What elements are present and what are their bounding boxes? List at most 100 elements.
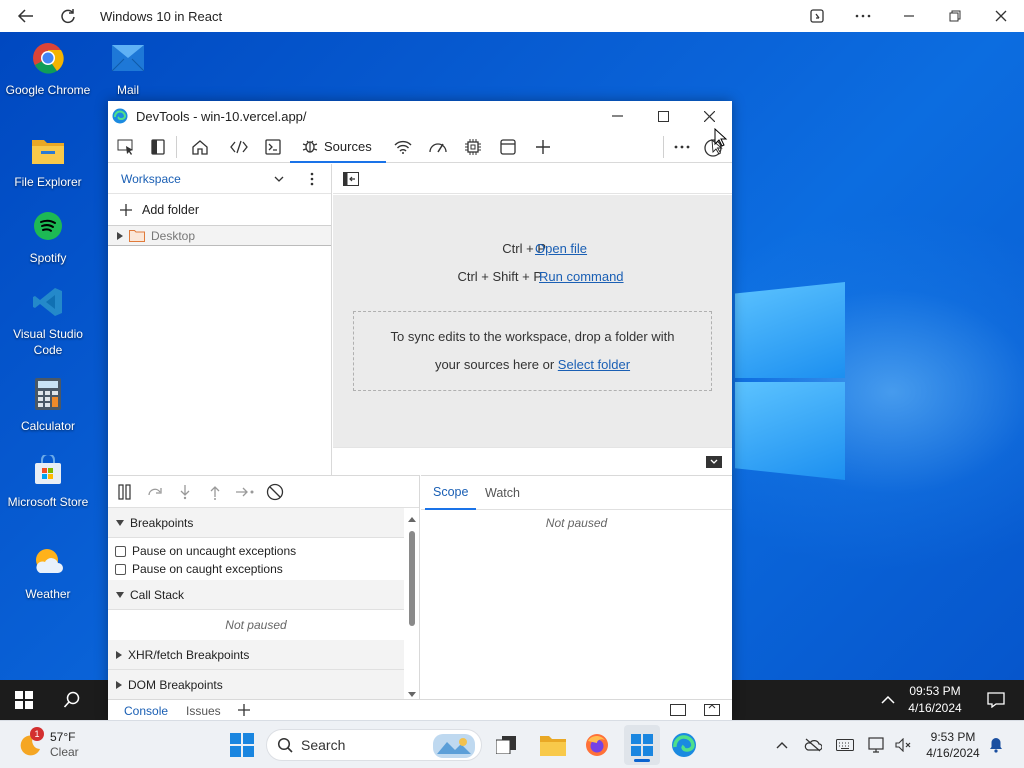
- devtools-titlebar[interactable]: DevTools - win-10.vercel.app/: [108, 101, 732, 131]
- tab-watch[interactable]: Watch: [485, 476, 520, 510]
- refresh-icon[interactable]: [54, 2, 82, 30]
- display-tray-icon[interactable]: [866, 721, 888, 768]
- weather-widget[interactable]: 1 57°F Clear: [16, 721, 96, 768]
- checkbox[interactable]: [115, 563, 126, 575]
- scope-status: Not paused: [545, 516, 608, 530]
- run-command-link[interactable]: Run command: [539, 269, 624, 284]
- action-center-button[interactable]: [978, 680, 1014, 720]
- desktop-icon-calculator[interactable]: Calculator: [3, 376, 93, 434]
- search-placeholder: Search: [301, 737, 346, 753]
- host-clock[interactable]: 9:53 PM 4/16/2024: [920, 721, 986, 768]
- device-emulation-icon[interactable]: [144, 135, 172, 159]
- console-icon[interactable]: [259, 135, 287, 159]
- pause-icon[interactable]: [114, 482, 136, 502]
- deactivate-breakpoints-icon[interactable]: [264, 482, 286, 502]
- tab-scope[interactable]: Scope: [425, 476, 477, 510]
- minimize-icon[interactable]: [886, 0, 932, 32]
- expand-triangle-icon: [116, 681, 122, 689]
- volume-tray-icon[interactable]: [892, 721, 914, 768]
- workspace-tab[interactable]: Workspace: [121, 172, 181, 186]
- step-into-icon[interactable]: [174, 482, 196, 502]
- start-button[interactable]: [0, 680, 48, 720]
- devtools-maximize-button[interactable]: [640, 101, 686, 131]
- open-file-link-text[interactable]: Open file: [535, 241, 587, 256]
- step-icon[interactable]: [234, 482, 256, 502]
- drawer-tab-issues[interactable]: Issues: [186, 704, 221, 718]
- xhr-breakpoints-section-header[interactable]: XHR/fetch Breakpoints: [108, 640, 404, 670]
- bug-icon: [302, 140, 318, 153]
- taskbar-search-button[interactable]: [48, 680, 96, 720]
- performance-gauge-icon[interactable]: [424, 135, 452, 159]
- taskbar-search-box[interactable]: Search: [266, 729, 482, 761]
- win11-start-button[interactable]: [226, 721, 258, 768]
- tab-sources[interactable]: Sources: [290, 131, 386, 163]
- pause-uncaught-checkbox[interactable]: Pause on uncaught exceptions: [108, 542, 404, 560]
- memory-chip-icon[interactable]: [459, 135, 487, 159]
- scope-tabbar: Scope Watch: [421, 476, 732, 510]
- breakpoints-section-header[interactable]: Breakpoints: [108, 508, 404, 538]
- pause-caught-checkbox[interactable]: Pause on caught exceptions: [108, 560, 404, 578]
- desktop-icon-store[interactable]: Microsoft Store: [3, 452, 93, 510]
- select-folder-link[interactable]: Select folder: [558, 357, 630, 372]
- devtools-close-button[interactable]: [686, 101, 732, 131]
- navigator-header: Workspace: [108, 164, 331, 194]
- search-icon: [63, 691, 80, 708]
- step-over-icon[interactable]: [144, 482, 166, 502]
- run-command-link-text[interactable]: Run command: [539, 269, 624, 284]
- taskbar-clock[interactable]: 09:53 PM 4/16/2024: [900, 680, 970, 720]
- kebab-menu-icon[interactable]: [310, 172, 314, 186]
- devtools-toolbar: Sources: [108, 131, 732, 163]
- inspect-element-icon[interactable]: [112, 135, 140, 159]
- devtools-minimize-button[interactable]: [594, 101, 640, 131]
- back-arrow-icon[interactable]: [12, 2, 40, 30]
- task-view-button[interactable]: [490, 721, 522, 768]
- debugger-scrollbar[interactable]: [406, 514, 418, 700]
- desktop-icon-file-explorer[interactable]: File Explorer: [3, 132, 93, 190]
- firefox-icon: [586, 734, 608, 756]
- toggle-debugger-icon[interactable]: [706, 456, 722, 468]
- expand-triangle-icon[interactable]: [117, 231, 123, 240]
- callstack-section-header[interactable]: Call Stack: [108, 580, 404, 610]
- dock-icon[interactable]: [670, 704, 686, 716]
- toggle-navigator-icon[interactable]: [343, 172, 359, 186]
- add-folder-button[interactable]: Add folder: [108, 194, 331, 226]
- desktop-icon-mail[interactable]: Mail: [83, 40, 173, 98]
- keyboard-tray-icon[interactable]: [834, 721, 856, 768]
- desktop-icon-chrome[interactable]: Google Chrome: [3, 40, 93, 98]
- desktop-icon-label: Visual Studio Code: [13, 327, 83, 357]
- tray-overflow-button[interactable]: [772, 721, 792, 768]
- desktop-icon-vscode[interactable]: Visual Studio Code: [3, 284, 93, 358]
- callstack-status: Not paused: [225, 618, 287, 632]
- chevron-down-icon[interactable]: [274, 176, 284, 182]
- checkbox[interactable]: [115, 545, 126, 557]
- speaker-muted-icon: [895, 738, 911, 752]
- taskbar-win10-app[interactable]: [624, 725, 660, 765]
- windows-start-icon: [15, 691, 33, 709]
- close-icon[interactable]: [978, 0, 1024, 32]
- add-drawer-tab-icon[interactable]: [238, 704, 250, 716]
- more-options-icon[interactable]: [840, 0, 886, 32]
- restore-icon[interactable]: [932, 0, 978, 32]
- open-file-link[interactable]: Open file: [535, 241, 587, 256]
- onedrive-tray-icon[interactable]: [802, 721, 824, 768]
- notifications-button[interactable]: [986, 721, 1006, 768]
- desktop-icon-spotify[interactable]: Spotify: [3, 208, 93, 266]
- welcome-home-icon[interactable]: [186, 135, 214, 159]
- application-window-icon[interactable]: [494, 135, 522, 159]
- workspace-dropzone[interactable]: To sync edits to the workspace, drop a f…: [353, 311, 712, 391]
- elements-code-icon[interactable]: [225, 135, 253, 159]
- taskbar-edge[interactable]: [668, 721, 700, 768]
- taskbar-file-explorer[interactable]: [537, 721, 569, 768]
- dom-breakpoints-section-header[interactable]: DOM Breakpoints: [108, 670, 404, 700]
- app-options-icon[interactable]: [794, 0, 840, 32]
- drawer-tab-console[interactable]: Console: [124, 704, 168, 718]
- desktop-icon-weather[interactable]: Weather: [3, 544, 93, 602]
- close-drawer-icon[interactable]: [704, 704, 720, 716]
- desktop-icon-label: Google Chrome: [5, 83, 91, 97]
- tree-item-desktop[interactable]: Desktop: [108, 226, 331, 246]
- network-wifi-icon[interactable]: [389, 135, 417, 159]
- add-tool-plus-icon[interactable]: [529, 135, 557, 159]
- more-tools-icon[interactable]: [668, 135, 696, 159]
- taskbar-firefox[interactable]: [581, 721, 613, 768]
- step-out-icon[interactable]: [204, 482, 226, 502]
